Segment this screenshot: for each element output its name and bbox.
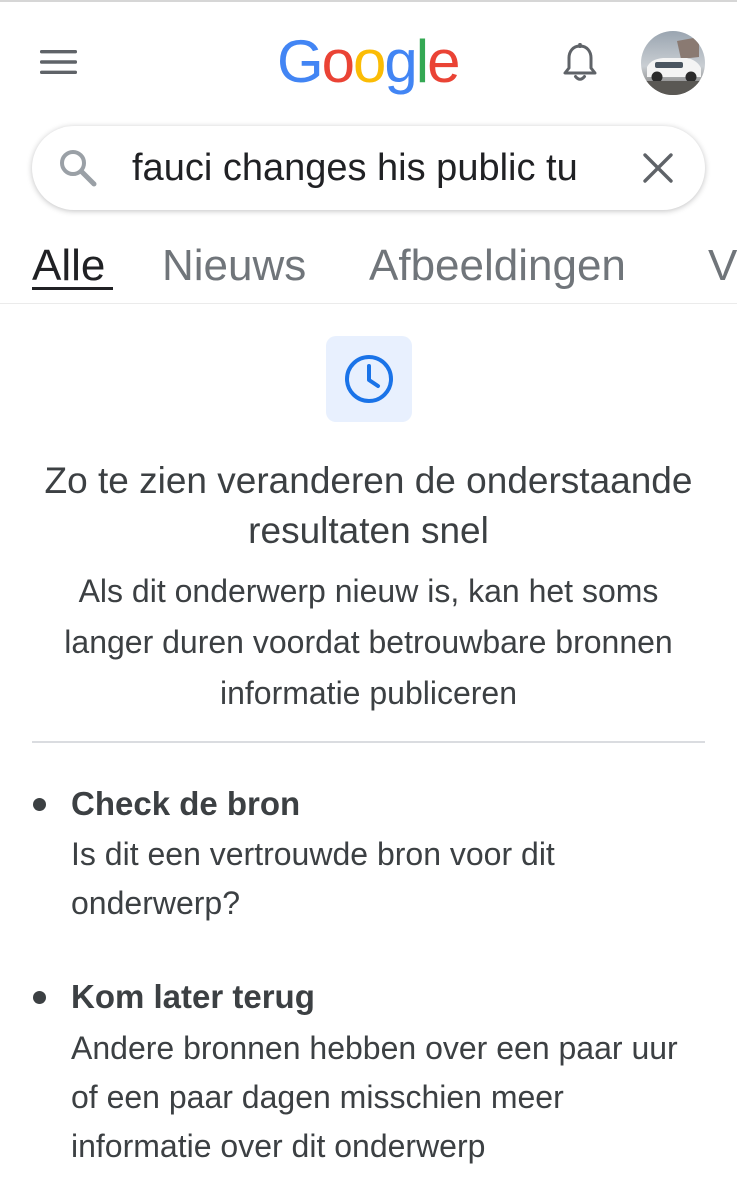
tip-body: Andere bronnen hebben over een paar uur … — [71, 1030, 678, 1164]
bullet — [33, 798, 46, 811]
google-logo[interactable]: Google — [277, 22, 461, 102]
search-box[interactable]: fauci changes his public tu — [32, 126, 705, 210]
logo-letter: e — [427, 28, 460, 95]
tab-afbeeldingen[interactable]: Afbeeldingen — [369, 236, 626, 296]
active-tab-indicator — [32, 287, 113, 290]
close-icon[interactable] — [640, 150, 676, 186]
tip-title: Kom later terug — [71, 978, 315, 1015]
bell-icon[interactable] — [560, 42, 600, 84]
logo-letter: G — [277, 28, 324, 95]
bullet — [33, 991, 46, 1004]
search-input[interactable]: fauci changes his public tu — [132, 146, 612, 190]
tip-body: Is dit een vertrouwde bron voor dit onde… — [71, 836, 555, 921]
notice-subtext: Als dit onderwerp nieuw is, kan het soms… — [64, 573, 673, 711]
tab-videos[interactable]: V — [708, 236, 737, 296]
section-divider — [32, 741, 705, 743]
clock-tile — [326, 336, 412, 422]
logo-letter: g — [384, 28, 417, 95]
search-icon[interactable] — [58, 148, 98, 188]
logo-letter: o — [353, 28, 386, 95]
tab-nieuws[interactable]: Nieuws — [162, 236, 306, 296]
hamburger-menu-icon[interactable] — [40, 50, 78, 74]
logo-letter: l — [415, 28, 429, 95]
avatar[interactable] — [641, 31, 705, 95]
notice-headline: Zo te zien veranderen de onderstaande re… — [44, 460, 693, 551]
tip-title: Check de bron — [71, 785, 301, 822]
tabs-divider — [0, 303, 737, 304]
top-border — [0, 0, 737, 2]
search-tabs: Alle Nieuws Afbeeldingen V — [0, 236, 737, 302]
clock-icon — [345, 355, 393, 403]
logo-letter: o — [321, 28, 355, 95]
